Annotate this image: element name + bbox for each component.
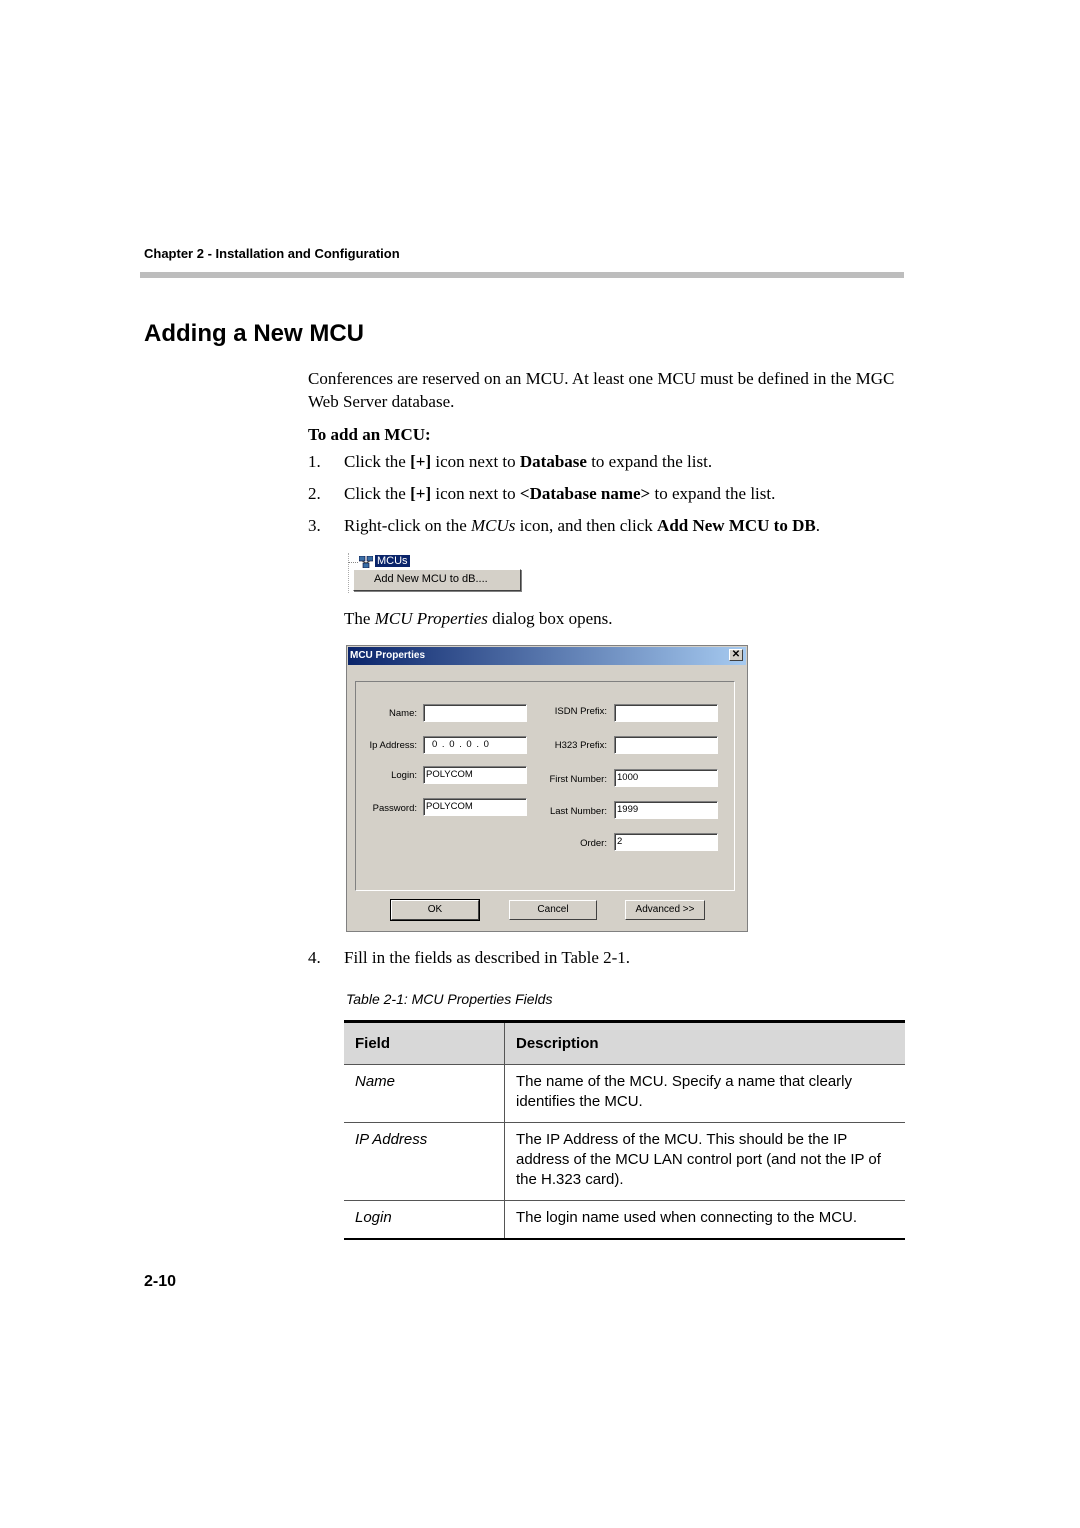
dialog-opens-text: The MCU Properties dialog box opens. [344, 609, 613, 628]
close-button[interactable]: ✕ [729, 649, 743, 661]
last-number-label: Last Number: [549, 806, 607, 817]
ip-address-label: Ip Address: [369, 740, 417, 751]
field-cell: Login [344, 1200, 505, 1240]
ip-address-input[interactable]: 0 . 0 . 0 . 0 [423, 736, 527, 754]
table-header-row: Field Description [344, 1020, 905, 1065]
running-header-chapter: Chapter 2 - Installation and Configurati… [144, 246, 400, 261]
description-cell: The login name used when connecting to t… [504, 1200, 905, 1240]
page-number: 2-10 [144, 1273, 177, 1290]
name-label: Name: [389, 708, 417, 719]
login-label: Login: [391, 770, 417, 781]
table-row: Login The login name used when connectin… [344, 1200, 905, 1240]
intro-paragraph: Conferences are reserved on an MCU. At l… [308, 369, 895, 411]
section-title: Adding a New MCU [144, 320, 364, 347]
table-caption: Table 2-1: MCU Properties Fields [346, 991, 553, 1007]
h323-prefix-label: H323 Prefix: [554, 740, 607, 751]
h323-prefix-input[interactable] [614, 736, 718, 754]
header-field: Field [344, 1020, 505, 1065]
cancel-button[interactable]: Cancel [509, 900, 597, 920]
isdn-prefix-input[interactable] [614, 704, 718, 722]
mcu-properties-fields-table: Field Description Name The name of the M… [344, 1020, 905, 1240]
order-input[interactable]: 2 [614, 833, 718, 851]
name-input[interactable] [423, 704, 527, 722]
password-input[interactable]: POLYCOM [423, 798, 527, 816]
procedure-title: To add an MCU: [308, 425, 431, 444]
password-label: Password: [372, 803, 417, 814]
tree-item-mcus[interactable]: MCUs [374, 554, 411, 568]
dialog-title: MCU Properties [350, 650, 426, 661]
isdn-prefix-label: ISDN Prefix: [554, 706, 607, 717]
field-cell: Name [344, 1064, 505, 1123]
description-cell: The IP Address of the MCU. This should b… [504, 1122, 905, 1201]
step-1: 1. Click the [+] icon next to Database to… [308, 452, 713, 471]
last-number-input[interactable]: 1999 [614, 801, 718, 819]
dialog-titlebar: MCU Properties ✕ [348, 647, 746, 665]
order-label: Order: [580, 838, 607, 849]
field-cell: IP Address [344, 1122, 505, 1201]
network-mcus-icon [359, 556, 373, 568]
context-menu-add-new-mcu[interactable]: Add New MCU to dB.... [353, 569, 521, 591]
advanced-button[interactable]: Advanced >> [625, 900, 705, 920]
first-number-input[interactable]: 1000 [614, 769, 718, 787]
close-icon: ✕ [731, 649, 741, 660]
login-input[interactable]: POLYCOM [423, 766, 527, 784]
ok-button[interactable]: OK [390, 899, 480, 921]
step-3: 3. Right-click on the MCUs icon, and then… [308, 516, 820, 535]
table-row: IP Address The IP Address of the MCU. Th… [344, 1122, 905, 1201]
step-4: 4. Fill in the fields as described in Tab… [308, 948, 631, 967]
step-2: 2. Click the [+] icon next to <Database n… [308, 484, 776, 503]
mcu-properties-dialog: MCU Properties ✕ Name: Ip Address: 0 . 0… [346, 645, 748, 932]
description-cell: The name of the MCU. Specify a name that… [504, 1064, 905, 1123]
header-description: Description [504, 1020, 905, 1065]
first-number-label: First Number: [549, 774, 607, 785]
header-rule [140, 272, 904, 278]
table-row: Name The name of the MCU. Specify a name… [344, 1064, 905, 1123]
